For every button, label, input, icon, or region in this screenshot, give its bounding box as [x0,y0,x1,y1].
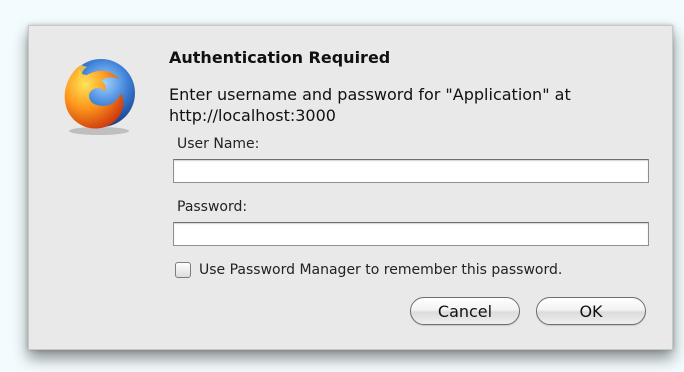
dialog-message: Enter username and password for "Applica… [169,85,571,125]
username-field[interactable] [173,159,649,183]
remember-password-row[interactable]: Use Password Manager to remember this pa… [175,262,562,278]
cancel-button[interactable]: Cancel [410,297,520,325]
dialog-title: Authentication Required [169,48,391,67]
ok-button[interactable]: OK [536,297,646,325]
password-label: Password: [177,199,248,215]
firefox-logo-icon [64,59,135,135]
remember-password-label: Use Password Manager to remember this pa… [199,262,563,278]
username-label: User Name: [177,136,260,152]
password-field[interactable] [173,222,649,246]
authentication-dialog: Authentication Required Enter username a… [28,25,673,350]
remember-password-checkbox[interactable] [175,262,191,278]
